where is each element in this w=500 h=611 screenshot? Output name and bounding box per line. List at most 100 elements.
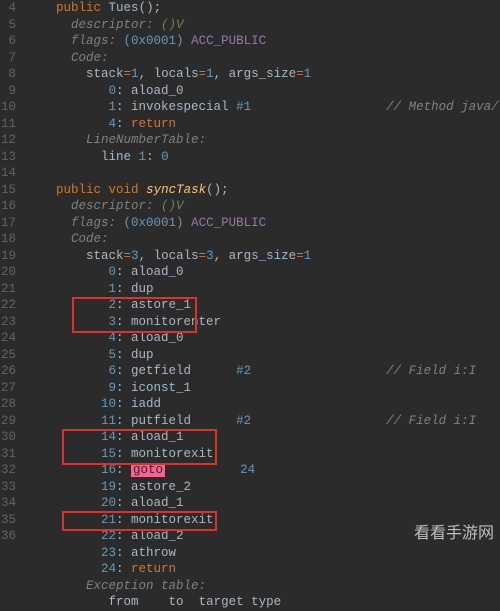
code-line[interactable]: 5 descriptor: ()V <box>0 17 500 34</box>
code-line[interactable]: 22 2: astore_1 <box>0 297 500 314</box>
stack-label: stack <box>86 249 124 263</box>
opcode: aload_0 <box>131 331 184 345</box>
gutter-number: 35 <box>0 512 20 529</box>
code-line[interactable]: 16 descriptor: ()V <box>0 198 500 215</box>
code-line[interactable]: 10 1: invokespecial #1 // Method java/la… <box>0 99 500 116</box>
code-line[interactable]: 33 19: astore_2 <box>0 479 500 496</box>
code-line[interactable]: 23 3: monitorenter <box>0 314 500 331</box>
locals-value: 1 <box>206 67 214 81</box>
code-line[interactable]: 28 10: iadd <box>0 396 500 413</box>
opcode-goto: goto <box>131 463 165 477</box>
args-value: 1 <box>304 67 312 81</box>
code-line[interactable]: 31 15: monitorexit <box>0 446 500 463</box>
bc-index: 16 <box>101 463 116 477</box>
gutter-number: 12 <box>0 132 20 149</box>
code-line[interactable]: 30 14: aload_1 <box>0 429 500 446</box>
stack-label: stack <box>86 67 124 81</box>
code-line[interactable]: 8 stack=1, locals=1, args_size=1 <box>0 66 500 83</box>
gutter-number: 24 <box>0 330 20 347</box>
paren: (); <box>206 183 229 197</box>
bc-index: 22 <box>101 529 116 543</box>
comment: // Field i:I <box>386 364 476 378</box>
code-line[interactable]: 24: return <box>0 561 500 578</box>
code-line[interactable]: 26 6: getfield #2 // Field i:I <box>0 363 500 380</box>
code-line[interactable]: Exception table: <box>0 578 500 595</box>
code-label: Code: <box>71 51 109 65</box>
gutter-number: 17 <box>0 215 20 232</box>
opcode-monitorexit: monitorexit <box>131 447 214 461</box>
code-line[interactable]: 32 16: goto 24 <box>0 462 500 479</box>
code-editor[interactable]: 4 public Tues(); 5 descriptor: ()V 6 fla… <box>0 0 500 549</box>
bc-index: 3 <box>109 315 117 329</box>
code-line[interactable]: from to target type <box>0 594 500 611</box>
opcode-return: return <box>131 562 176 576</box>
code-line[interactable]: 7 Code: <box>0 50 500 67</box>
code-line[interactable]: 15 public void syncTask(); <box>0 182 500 199</box>
code-line[interactable]: 11 4: return <box>0 116 500 133</box>
code-line[interactable]: 25 5: dup <box>0 347 500 364</box>
gutter-number: 6 <box>0 33 20 50</box>
code-line[interactable]: 23: athrow <box>0 545 500 562</box>
code-line[interactable]: 13 line 1: 0 <box>0 149 500 166</box>
flags-hex: (0x0001) <box>124 216 184 230</box>
code-line[interactable]: 6 flags: (0x0001) ACC_PUBLIC <box>0 33 500 50</box>
opcode-return: return <box>131 117 176 131</box>
gutter-number: 8 <box>0 66 20 83</box>
stack-value: 3 <box>131 249 139 263</box>
code-line[interactable]: 27 9: iconst_1 <box>0 380 500 397</box>
opcode: aload_1 <box>131 496 184 510</box>
locals-value: 3 <box>206 249 214 263</box>
locals-label: locals <box>154 67 199 81</box>
bc-index: 9 <box>109 381 117 395</box>
bc-index: 1 <box>109 100 117 114</box>
bc-index: 5 <box>109 348 117 362</box>
gutter-number: 4 <box>0 0 20 17</box>
exc-col-to: to <box>169 595 184 609</box>
gutter-number: 25 <box>0 347 20 364</box>
opcode-monitorenter: monitorenter <box>131 315 221 329</box>
code-line[interactable]: 17 flags: (0x0001) ACC_PUBLIC <box>0 215 500 232</box>
gutter-number <box>0 594 20 611</box>
cp-ref: #1 <box>236 100 251 114</box>
code-label: Code: <box>71 232 109 246</box>
code-line[interactable]: 24 4: aload_0 <box>0 330 500 347</box>
exception-table-label: Exception table: <box>86 579 206 593</box>
gutter-number: 28 <box>0 396 20 413</box>
code-line[interactable]: 20 0: aload_0 <box>0 264 500 281</box>
opcode: dup <box>131 282 154 296</box>
code-line[interactable]: 19 stack=3, locals=3, args_size=1 <box>0 248 500 265</box>
bc-index: 4 <box>109 331 117 345</box>
descriptor-label: descriptor: <box>71 199 154 213</box>
descriptor-value: ()V <box>161 18 184 32</box>
gutter-number: 16 <box>0 198 20 215</box>
opcode: aload_0 <box>131 265 184 279</box>
lnt-src: 1 <box>139 150 147 164</box>
comment: // Field i:I <box>386 414 476 428</box>
bc-index: 1 <box>109 282 117 296</box>
gutter-number: 9 <box>0 83 20 100</box>
bc-index: 6 <box>109 364 117 378</box>
branch-target: 24 <box>240 463 255 477</box>
code-line[interactable]: 29 11: putfield #2 // Field i:I <box>0 413 500 430</box>
gutter-number: 11 <box>0 116 20 133</box>
keyword-public: public <box>56 1 101 15</box>
gutter-number: 22 <box>0 297 20 314</box>
bc-index: 4 <box>109 117 117 131</box>
gutter-number: 34 <box>0 495 20 512</box>
code-line[interactable]: 4 public Tues(); <box>0 0 500 17</box>
code-line[interactable]: 34 20: aload_1 <box>0 495 500 512</box>
gutter-number: 13 <box>0 149 20 166</box>
gutter-number: 21 <box>0 281 20 298</box>
code-line[interactable]: 18 Code: <box>0 231 500 248</box>
gutter-number: 31 <box>0 446 20 463</box>
exc-col-from: from <box>109 595 139 609</box>
descriptor-label: descriptor: <box>71 18 154 32</box>
code-line[interactable]: 12 LineNumberTable: <box>0 132 500 149</box>
gutter-number: 18 <box>0 231 20 248</box>
code-line[interactable]: 9 0: aload_0 <box>0 83 500 100</box>
linenumbertable-label: LineNumberTable: <box>86 133 206 147</box>
code-line[interactable]: 21 1: dup <box>0 281 500 298</box>
locals-label: locals <box>154 249 199 263</box>
gutter-number: 27 <box>0 380 20 397</box>
flags-name: ACC_PUBLIC <box>191 34 266 48</box>
